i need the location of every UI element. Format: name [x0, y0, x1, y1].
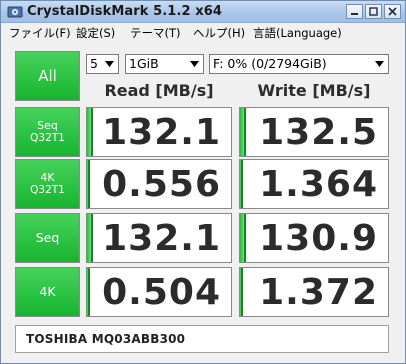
read-value: 132.1 — [102, 112, 221, 153]
write-bar — [240, 214, 246, 262]
maximize-icon — [369, 7, 378, 16]
size-select[interactable]: 1GiB — [125, 54, 204, 74]
4k-read-cell: 0.504 — [86, 267, 232, 317]
write-bar — [240, 108, 246, 156]
size-value: 1GiB — [129, 56, 159, 71]
comment-text: TOSHIBA MQ03ABB300 — [26, 332, 186, 346]
count-value: 5 — [90, 56, 98, 71]
menu-help[interactable]: ヘルプ(H) — [193, 25, 245, 41]
seq-q32t1-read-cell: 132.1 — [86, 107, 232, 157]
write-value: 1.372 — [259, 272, 378, 313]
chevron-down-icon — [101, 55, 118, 73]
row-label-line1: 4K — [40, 170, 55, 184]
row-label-line2: Q32T1 — [30, 184, 65, 197]
read-bar — [87, 160, 90, 208]
all-button[interactable]: All — [15, 51, 80, 101]
4k-q32t1-write-cell: 1.364 — [239, 159, 389, 209]
write-value: 1.364 — [259, 164, 378, 205]
seq-q32t1-button[interactable]: Seq Q32T1 — [15, 107, 80, 157]
read-bar — [87, 108, 93, 156]
menu-bar: ファイル(F) 設定(S) テーマ(T) ヘルプ(H) 言語(Language) — [1, 23, 405, 43]
read-value: 0.504 — [102, 272, 221, 313]
row-label-line1: Seq — [35, 229, 60, 245]
4k-q32t1-button[interactable]: 4K Q32T1 — [15, 159, 80, 209]
minimize-button[interactable] — [346, 4, 363, 19]
4k-write-cell: 1.372 — [239, 267, 389, 317]
read-bar — [87, 214, 93, 262]
window-title: CrystalDiskMark 5.1.2 x64 — [27, 4, 223, 19]
count-select[interactable]: 5 — [86, 54, 119, 74]
drive-value: F: 0% (0/2794GiB) — [213, 56, 327, 71]
comment-field[interactable]: TOSHIBA MQ03ABB300 — [15, 325, 389, 353]
row-label-line1: 4K — [39, 283, 56, 299]
write-value: 130.9 — [259, 218, 378, 259]
app-icon — [7, 6, 23, 18]
menu-file[interactable]: ファイル(F) — [9, 25, 71, 41]
seq-button[interactable]: Seq — [15, 213, 80, 263]
app-window: CrystalDiskMark 5.1.2 x64 ファイル(F) 設定(S) … — [0, 0, 406, 364]
read-bar — [87, 268, 90, 316]
close-icon — [388, 7, 397, 16]
row-label-line1: Seq — [37, 118, 58, 132]
minimize-icon — [351, 13, 358, 15]
write-bar — [240, 268, 243, 316]
seq-q32t1-write-cell: 132.5 — [239, 107, 389, 157]
write-column-header: Write [MB/s] — [257, 81, 371, 100]
write-bar — [240, 160, 243, 208]
seq-read-cell: 132.1 — [86, 213, 232, 263]
drive-select[interactable]: F: 0% (0/2794GiB) — [209, 54, 389, 74]
write-value: 132.5 — [259, 112, 378, 153]
chevron-down-icon — [186, 55, 203, 73]
read-column-header: Read [MB/s] — [104, 81, 214, 100]
chevron-down-icon — [371, 55, 388, 73]
title-bar: CrystalDiskMark 5.1.2 x64 — [1, 1, 405, 23]
menu-language[interactable]: 言語(Language) — [253, 25, 342, 41]
close-button[interactable] — [384, 4, 401, 19]
read-value: 132.1 — [102, 218, 221, 259]
read-value: 0.556 — [102, 164, 221, 205]
maximize-button[interactable] — [365, 4, 382, 19]
menu-settings[interactable]: 設定(S) — [76, 25, 115, 41]
4k-q32t1-read-cell: 0.556 — [86, 159, 232, 209]
4k-button[interactable]: 4K — [15, 267, 80, 317]
seq-write-cell: 130.9 — [239, 213, 389, 263]
menu-theme[interactable]: テーマ(T) — [130, 25, 181, 41]
row-label-line2: Q32T1 — [30, 132, 65, 145]
